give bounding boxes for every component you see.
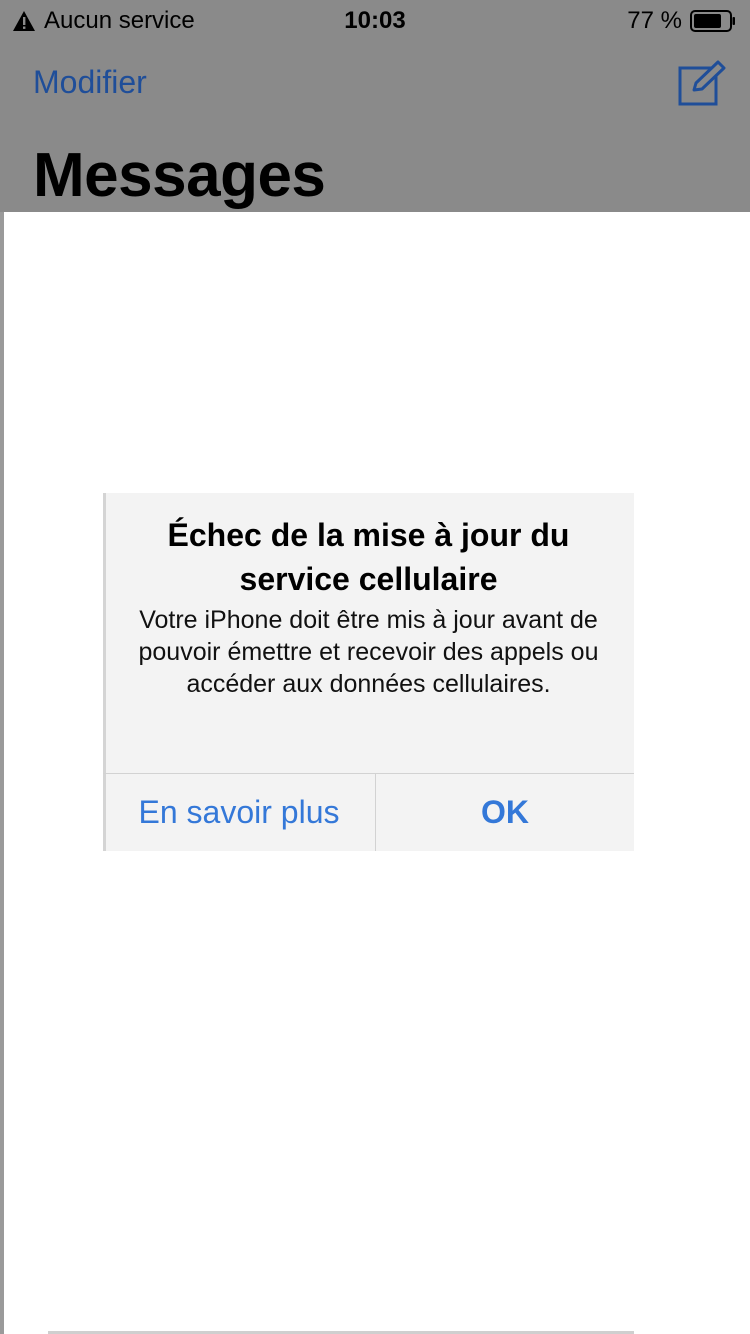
learn-more-button[interactable]: En savoir plus: [103, 774, 375, 851]
edit-button[interactable]: Modifier: [33, 64, 147, 101]
battery-status: 77 %: [627, 7, 736, 35]
page-title: Messages: [33, 141, 326, 210]
status-bar: Aucun service 10:03 77 %: [0, 0, 750, 40]
compose-icon[interactable]: [676, 60, 726, 108]
ok-button[interactable]: OK: [376, 774, 634, 851]
battery-icon: [690, 10, 735, 32]
battery-percent: 77 %: [627, 7, 682, 34]
messages-screen: Aucun service 10:03 77 % Modifier Messag…: [0, 0, 750, 1334]
alert-message: Votre iPhone doit être mis à jour avant …: [138, 606, 599, 698]
alert-dialog: Échec de la mise à jour du service cellu…: [103, 493, 634, 851]
alert-title: Échec de la mise à jour du service cellu…: [167, 517, 570, 597]
